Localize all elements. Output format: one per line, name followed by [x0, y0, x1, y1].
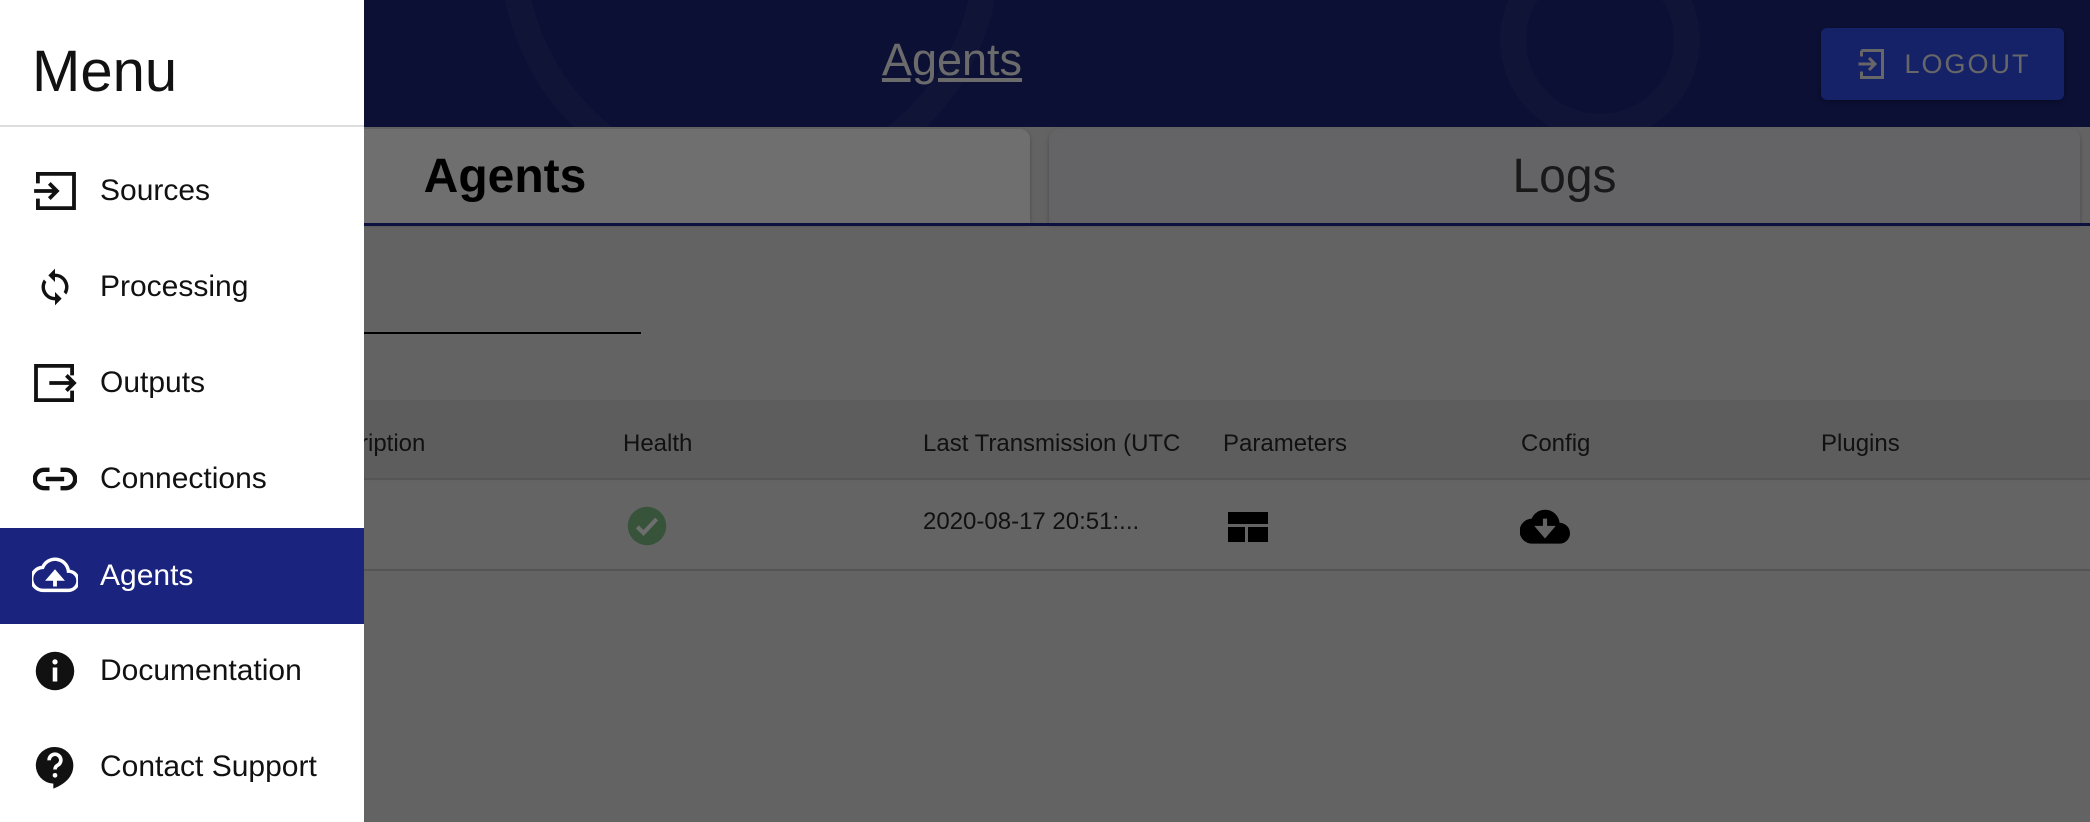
- nav-item-connections[interactable]: Connections: [0, 431, 364, 527]
- nav-item-outputs[interactable]: Outputs: [0, 335, 364, 431]
- nav-item-label: Contact Support: [100, 750, 317, 783]
- info-icon: [32, 648, 78, 694]
- output-icon: [32, 360, 78, 406]
- nav-item-label: Agents: [100, 559, 194, 592]
- link-icon: [32, 456, 78, 502]
- drawer-title: Menu: [0, 0, 364, 127]
- nav-item-label: Documentation: [100, 654, 302, 687]
- input-icon: [32, 168, 78, 214]
- cloud-upload-icon: [32, 553, 78, 599]
- nav-item-contact-support[interactable]: Contact Support: [0, 719, 364, 815]
- nav-item-label: Connections: [100, 462, 267, 495]
- nav-drawer: Menu Sources Processing Outputs Connecti…: [0, 0, 364, 822]
- help-icon: [32, 744, 78, 790]
- nav-item-sources[interactable]: Sources: [0, 143, 364, 239]
- nav-item-label: Sources: [100, 174, 211, 207]
- nav-item-agents[interactable]: Agents: [0, 528, 364, 624]
- nav-item-processing[interactable]: Processing: [0, 239, 364, 335]
- sync-icon: [32, 264, 78, 310]
- nav-item-documentation[interactable]: Documentation: [0, 623, 364, 719]
- nav-item-label: Outputs: [100, 366, 206, 399]
- nav-item-label: Processing: [100, 270, 249, 303]
